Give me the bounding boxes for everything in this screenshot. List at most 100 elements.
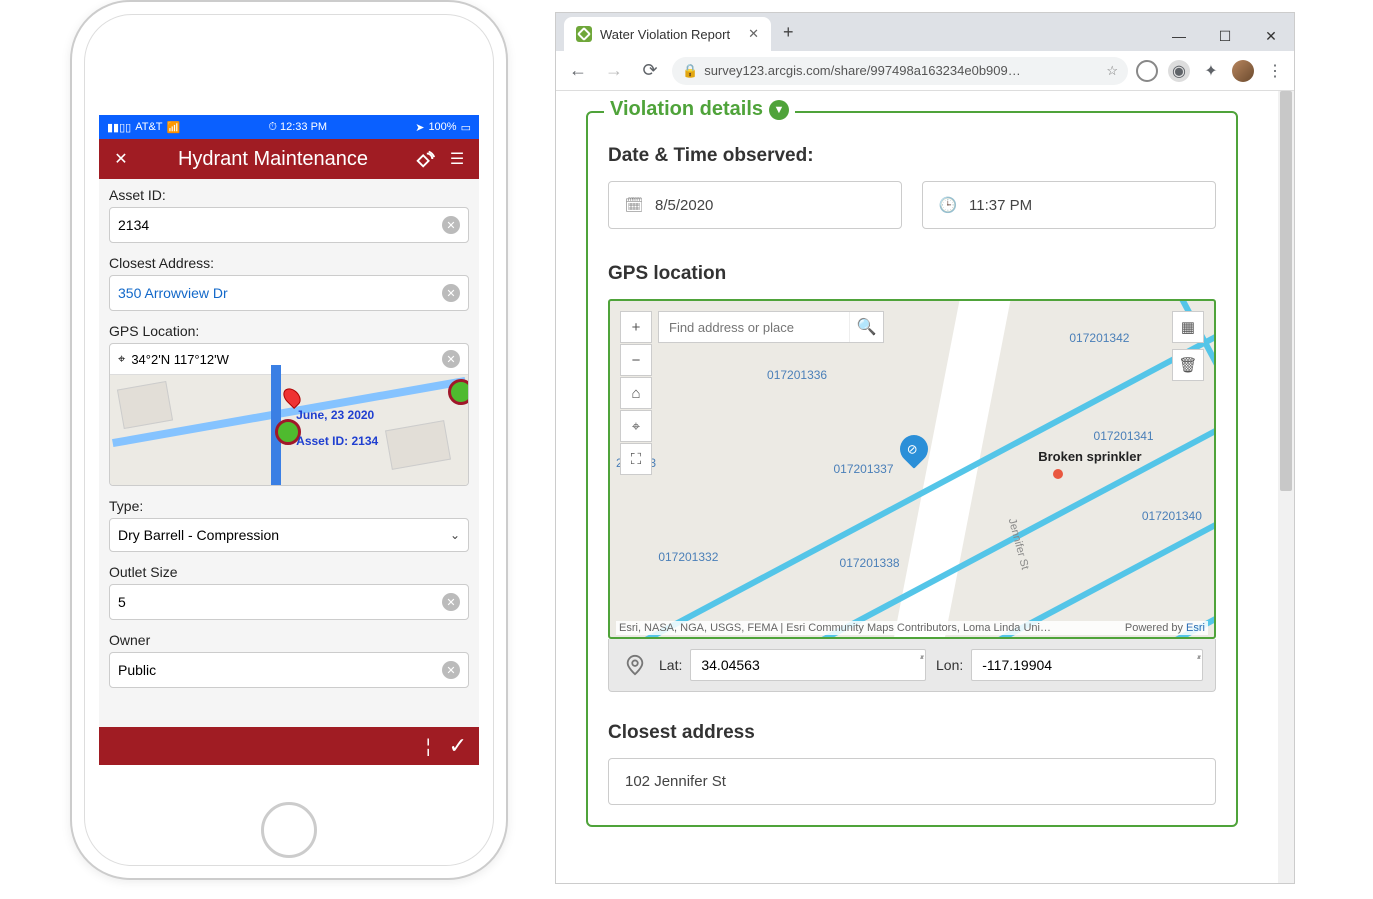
- delete-button[interactable]: 🗑: [1172, 349, 1204, 381]
- scrollbar[interactable]: [1278, 91, 1294, 883]
- signal-icon: ▮▮▯▯: [107, 121, 131, 134]
- esri-link[interactable]: Esri: [1186, 622, 1205, 634]
- window-minimize-button[interactable]: —: [1156, 21, 1202, 51]
- asset-id-input[interactable]: 2134 ✕: [109, 207, 469, 243]
- owner-input[interactable]: Public ✕: [109, 652, 469, 688]
- menu-icon[interactable]: ☰: [445, 147, 469, 171]
- gps-coords: 34°2'N 117°12'W: [131, 352, 436, 367]
- fieldset-legend[interactable]: Violation details ▼: [604, 98, 795, 121]
- url-text: survey123.arcgis.com/share/997498a163234…: [704, 63, 1021, 78]
- extension-icon[interactable]: ◉: [1168, 60, 1190, 82]
- lock-icon: 🔒: [682, 63, 698, 79]
- home-button[interactable]: [261, 802, 317, 858]
- lat-label: Lat:: [659, 657, 682, 673]
- phone-mockup: ▮▮▯▯ AT&T 📶 ⏱ 12:33 PM ➤ 100% ▭ ✕: [70, 0, 508, 880]
- crosshair-icon[interactable]: ⌖: [118, 351, 125, 367]
- address-bar[interactable]: 🔒 survey123.arcgis.com/share/997498a1632…: [672, 57, 1128, 85]
- mini-map[interactable]: June, 23 2020 Asset ID: 2134: [110, 375, 468, 485]
- extension-icon[interactable]: [1136, 60, 1158, 82]
- clear-icon[interactable]: ✕: [442, 350, 460, 368]
- fullscreen-button[interactable]: ⛶: [620, 443, 652, 475]
- chevron-down-icon: ⌄: [450, 528, 460, 542]
- web-map[interactable]: 017201336 017201342 017201341 201333 017…: [608, 299, 1216, 639]
- map-callout: June, 23 2020 Asset ID: 2134: [296, 408, 378, 448]
- new-tab-button[interactable]: +: [771, 14, 806, 51]
- owner-label: Owner: [109, 632, 469, 648]
- tab-title: Water Violation Report: [600, 27, 730, 42]
- close-icon[interactable]: ✕: [109, 147, 133, 171]
- form-body: Asset ID: 2134 ✕ Closest Address: 350 Ar…: [99, 179, 479, 727]
- location-icon: ➤: [415, 121, 424, 134]
- clear-icon[interactable]: ✕: [442, 661, 460, 679]
- clear-icon[interactable]: ✕: [442, 284, 460, 302]
- parcel-label: 017201342: [1069, 331, 1129, 345]
- profile-avatar[interactable]: [1232, 60, 1254, 82]
- outlet-size-input[interactable]: 5 ✕: [109, 584, 469, 620]
- violation-label: Broken sprinkler: [1038, 449, 1141, 464]
- calendar-icon: 🗓: [625, 196, 643, 214]
- gps-location-box: ⌖ 34°2'N 117°12'W ✕ June, 23 2020: [109, 343, 469, 486]
- search-icon[interactable]: 🔍: [849, 312, 883, 342]
- gps-location-label: GPS Location:: [109, 323, 469, 339]
- basemap-button[interactable]: ▦: [1172, 311, 1204, 343]
- app-title: Hydrant Maintenance: [141, 148, 405, 171]
- battery-label: 100%: [428, 121, 456, 133]
- map-attribution: Esri, NASA, NGA, USGS, FEMA | Esri Commu…: [616, 621, 1208, 635]
- parcel-label: 017201338: [840, 556, 900, 570]
- page-content: Violation details ▼ Date & Time observed…: [556, 91, 1294, 883]
- status-bar: ▮▮▯▯ AT&T 📶 ⏱ 12:33 PM ➤ 100% ▭: [99, 115, 479, 139]
- battery-icon: ▭: [461, 121, 471, 134]
- locate-button[interactable]: ⌖: [620, 410, 652, 442]
- window-titlebar: Water Violation Report ✕ + — ☐ ✕: [556, 13, 1294, 51]
- window-close-button[interactable]: ✕: [1248, 21, 1294, 51]
- outlet-size-label: Outlet Size: [109, 564, 469, 580]
- forward-button[interactable]: →: [600, 57, 628, 85]
- map-search[interactable]: 🔍: [658, 311, 884, 343]
- browser-tab[interactable]: Water Violation Report ✕: [564, 17, 771, 51]
- asset-id-label: Asset ID:: [109, 187, 469, 203]
- parcel-label: 017201332: [658, 550, 718, 564]
- chevron-down-icon: ▼: [769, 100, 789, 120]
- lon-input[interactable]: -117.19904: [971, 649, 1203, 681]
- reload-button[interactable]: ⟳: [636, 57, 664, 85]
- type-select[interactable]: Dry Barrell - Compression ⌄: [109, 518, 469, 552]
- carrier-label: AT&T: [135, 121, 162, 133]
- closest-address-input[interactable]: 350 Arrowview Dr ✕: [109, 275, 469, 311]
- map-search-input[interactable]: [659, 320, 849, 335]
- clear-icon[interactable]: ✕: [442, 216, 460, 234]
- home-extent-button[interactable]: ⌂: [620, 377, 652, 409]
- back-button[interactable]: ←: [564, 57, 592, 85]
- violation-details-fieldset: Violation details ▼ Date & Time observed…: [586, 111, 1238, 827]
- time-input[interactable]: 🕒 11:37 PM: [922, 181, 1216, 229]
- clear-icon[interactable]: ✕: [442, 593, 460, 611]
- closest-address-label: Closest Address:: [109, 255, 469, 271]
- lat-input[interactable]: 34.04563: [690, 649, 926, 681]
- lat-lon-row: Lat: 34.04563 Lon: -117.19904: [608, 639, 1216, 692]
- extensions-icon[interactable]: ✦: [1200, 60, 1222, 82]
- date-input[interactable]: 🗓 8/5/2020: [608, 181, 902, 229]
- kebab-menu-icon[interactable]: ⋮: [1264, 60, 1286, 82]
- parcel-label: 017201337: [833, 462, 893, 476]
- closest-address-input[interactable]: 102 Jennifer St: [608, 758, 1216, 805]
- satellite-icon[interactable]: [413, 147, 437, 171]
- parcel-label: 017201341: [1094, 429, 1154, 443]
- address-row: ← → ⟳ 🔒 survey123.arcgis.com/share/99749…: [556, 51, 1294, 91]
- hydrant-marker-icon: [448, 379, 469, 405]
- clock-icon: 🕒: [939, 196, 957, 214]
- edit-icon[interactable]: ¦: [426, 736, 431, 757]
- violation-marker-icon: [1053, 469, 1063, 479]
- app-footer: ¦ ✓: [99, 727, 479, 765]
- zoom-out-button[interactable]: −: [620, 344, 652, 376]
- parcel-label: 017201336: [767, 368, 827, 382]
- type-label: Type:: [109, 498, 469, 514]
- datetime-label: Date & Time observed:: [608, 145, 1216, 167]
- tab-close-icon[interactable]: ✕: [748, 26, 759, 42]
- submit-icon[interactable]: ✓: [449, 733, 467, 759]
- zoom-in-button[interactable]: +: [620, 311, 652, 343]
- location-pin-icon[interactable]: [621, 651, 649, 679]
- browser-window: Water Violation Report ✕ + — ☐ ✕ ← → ⟳ 🔒…: [555, 12, 1295, 884]
- parcel-label: 017201340: [1142, 509, 1202, 523]
- star-icon[interactable]: ☆: [1106, 63, 1118, 79]
- window-maximize-button[interactable]: ☐: [1202, 21, 1248, 51]
- closest-address-label: Closest address: [608, 722, 1216, 744]
